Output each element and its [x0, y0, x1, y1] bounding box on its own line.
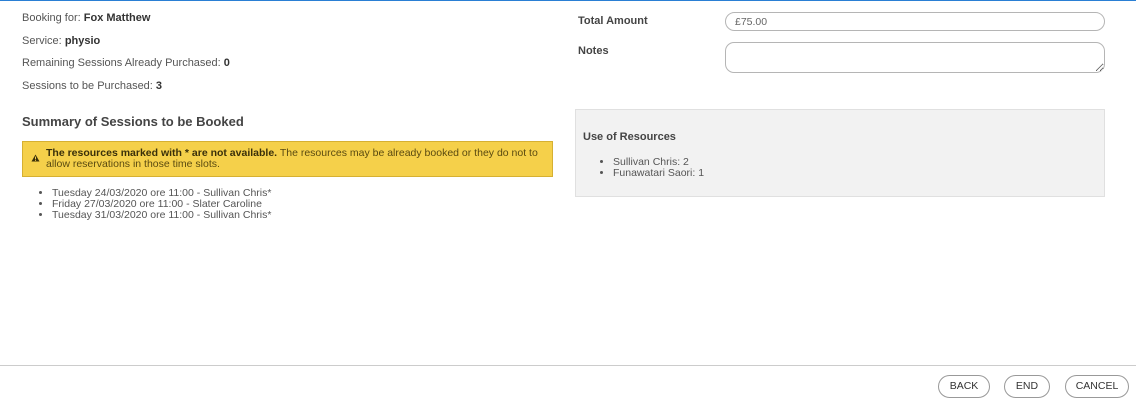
booking-for-line: Booking for: Fox Matthew [22, 12, 554, 35]
back-button[interactable]: BACK [938, 375, 990, 398]
warning-text-block: The resources marked with * are not avai… [46, 148, 542, 176]
end-button[interactable]: END [1004, 375, 1050, 398]
sessions-list: Tuesday 24/03/2020 ore 11:00 - Sullivan … [22, 188, 271, 221]
resources-list: Sullivan Chris: 2 Funawatari Saori: 1 [583, 157, 704, 179]
service-line: Service: physio [22, 35, 554, 58]
remaining-sessions-label: Remaining Sessions Already Purchased: [22, 57, 221, 69]
unavailable-resources-warning: The resources marked with * are not avai… [22, 141, 553, 177]
notes-label: Notes [578, 45, 609, 57]
list-item: Funawatari Saori: 1 [613, 168, 704, 179]
resources-title: Use of Resources [583, 131, 676, 143]
notes-textarea[interactable] [725, 42, 1105, 73]
total-amount-label: Total Amount [578, 15, 648, 27]
remaining-sessions-line: Remaining Sessions Already Purchased: 0 [22, 57, 554, 80]
cancel-button[interactable]: CANCEL [1065, 375, 1129, 398]
summary-title: Summary of Sessions to be Booked [22, 114, 244, 129]
warning-triangle-icon [31, 154, 43, 176]
sessions-to-purchase-label: Sessions to be Purchased: [22, 79, 153, 92]
remaining-sessions-value: 0 [223, 57, 230, 69]
service-label: Service: [22, 34, 62, 47]
sessions-to-purchase-value: 3 [155, 79, 163, 92]
total-amount-input[interactable] [725, 12, 1105, 31]
list-item: Tuesday 31/03/2020 ore 11:00 - Sullivan … [52, 210, 271, 221]
sessions-to-purchase-line: Sessions to be Purchased: 3 [22, 80, 554, 103]
booking-info: Booking for: Fox Matthew Service: physio… [22, 12, 554, 102]
booking-for-label: Booking for: [22, 12, 81, 24]
resources-panel: Use of Resources Sullivan Chris: 2 Funaw… [575, 109, 1105, 197]
booking-for-value: Fox Matthew [83, 12, 151, 24]
footer-divider [0, 365, 1136, 366]
service-value: physio [64, 34, 101, 47]
top-accent-border [0, 0, 1136, 1]
